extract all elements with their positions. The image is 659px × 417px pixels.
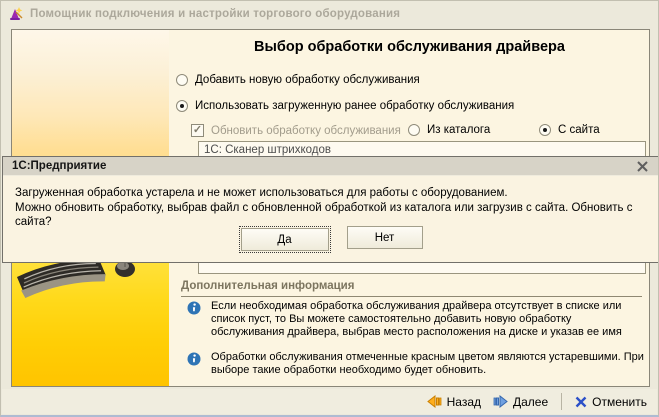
yes-button[interactable]: Да [241, 228, 329, 251]
modal-buttons: Да Нет [3, 226, 658, 253]
modal-titlebar[interactable]: 1С:Предприятие [3, 157, 658, 176]
radio-circle-icon[interactable] [176, 74, 188, 86]
wizard-navbar: Назад Далее Отменить [2, 389, 657, 414]
radio-circle-icon[interactable] [539, 124, 551, 136]
page-title: Выбор обработки обслуживания драйвера [169, 39, 650, 55]
yes-button-focus-ring: Да [239, 226, 331, 253]
close-x-icon [636, 160, 649, 173]
checkbox-update-label: Обновить обработку обслуживания [211, 125, 401, 137]
radio-add-new-label: Добавить новую обработку обслуживания [195, 74, 420, 86]
radio-add-new[interactable]: Добавить новую обработку обслуживания [176, 74, 420, 86]
info-icon [187, 352, 201, 371]
wizard-window: Помощник подключения и настройки торгово… [0, 0, 659, 417]
window-title: Помощник подключения и настройки торгово… [30, 8, 400, 20]
radio-from-catalog-label: Из каталога [427, 124, 490, 136]
additional-info-divider [181, 296, 642, 297]
modal-title: 1С:Предприятие [12, 160, 106, 172]
checkbox-checked-icon[interactable]: ✓ [191, 124, 204, 137]
info-note-1: Если необходимая обработка обслуживания … [211, 300, 644, 339]
modal-message-line-1: Загруженная обработка устарела и не може… [15, 186, 658, 201]
radio-from-catalog[interactable]: Из каталога [408, 124, 490, 136]
next-label: Далее [513, 395, 548, 409]
radio-use-loaded[interactable]: Использовать загруженную ранее обработку… [176, 100, 514, 112]
modal-message: Загруженная обработка устарела и не може… [15, 186, 658, 230]
back-button[interactable]: Назад [427, 395, 481, 409]
next-arrow-icon [493, 395, 508, 408]
modal-close-button[interactable] [636, 160, 649, 173]
radio-from-site[interactable]: С сайта [539, 124, 600, 136]
back-label: Назад [447, 395, 481, 409]
info-icon [187, 301, 201, 320]
info-note-2: Обработки обслуживания отмеченные красны… [211, 351, 644, 377]
additional-info-header: Дополнительная информация [181, 280, 354, 292]
cancel-label: Отменить [592, 395, 647, 409]
radio-from-site-label: С сайта [558, 124, 600, 136]
modal-dialog: 1С:Предприятие Загруженная обработка уст… [2, 156, 659, 263]
keyboard-mouse-graphic [12, 254, 169, 314]
checkbox-update-processing[interactable]: ✓ Обновить обработку обслуживания [191, 124, 401, 137]
cancel-x-icon [575, 396, 587, 408]
radio-circle-icon[interactable] [176, 100, 188, 112]
next-button[interactable]: Далее [493, 395, 548, 409]
window-titlebar[interactable]: Помощник подключения и настройки торгово… [1, 1, 658, 26]
cancel-button[interactable]: Отменить [575, 395, 647, 409]
no-button[interactable]: Нет [347, 226, 423, 249]
radio-circle-icon[interactable] [408, 124, 420, 136]
navbar-separator [561, 393, 562, 410]
wizard-hat-icon [8, 6, 24, 22]
back-arrow-icon [427, 395, 442, 408]
radio-use-loaded-label: Использовать загруженную ранее обработку… [195, 100, 514, 112]
